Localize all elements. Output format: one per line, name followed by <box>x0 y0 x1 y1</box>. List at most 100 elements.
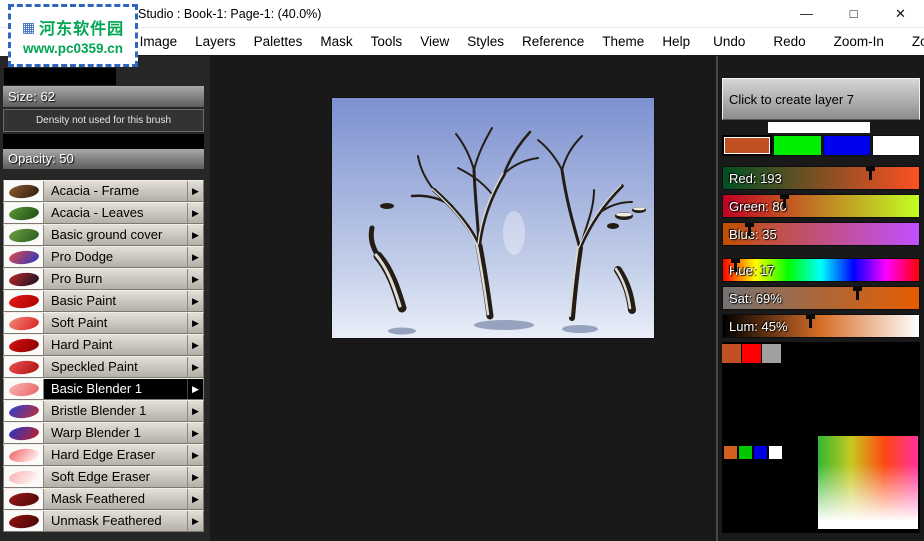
mini-swatch[interactable] <box>739 446 752 459</box>
brush-expand-arrow-icon[interactable]: ▶ <box>187 379 203 399</box>
mini-swatch[interactable] <box>724 446 737 459</box>
size-slider[interactable]: Size: 62 <box>3 86 204 107</box>
brush-expand-arrow-icon[interactable]: ▶ <box>187 445 203 465</box>
brush-expand-arrow-icon[interactable]: ▶ <box>187 357 203 377</box>
brush-stroke-sample <box>7 424 40 442</box>
brush-thumbnail-icon <box>4 379 44 399</box>
brush-expand-arrow-icon[interactable]: ▶ <box>187 489 203 509</box>
slider-blue[interactable]: Blue: 35 <box>722 222 920 246</box>
brush-item-basic-ground-cover[interactable]: Basic ground cover ▶ <box>3 224 204 246</box>
menu-reference[interactable]: Reference <box>513 34 593 49</box>
menu-theme[interactable]: Theme <box>593 34 653 49</box>
slider-red[interactable]: Red: 193 <box>722 166 920 190</box>
slider-marker-hue[interactable] <box>731 259 741 272</box>
brush-label: Acacia - Frame <box>51 183 140 198</box>
brush-label: Hard Paint <box>51 337 113 352</box>
history-swatch[interactable] <box>722 344 741 363</box>
brush-label: Basic Blender 1 <box>51 381 143 396</box>
brush-stroke-sample <box>7 468 40 486</box>
brush-item-soft-paint[interactable]: Soft Paint ▶ <box>3 312 204 334</box>
size-label: Size: 62 <box>8 89 55 104</box>
brush-expand-arrow-icon[interactable]: ▶ <box>187 247 203 267</box>
brush-stroke-sample <box>7 204 40 222</box>
brush-item-mask-feathered[interactable]: Mask Feathered ▶ <box>3 488 204 510</box>
palette-swatch[interactable] <box>722 135 773 156</box>
palette-swatch[interactable] <box>773 135 822 156</box>
slider-label-red: Red: 193 <box>729 171 782 186</box>
brush-expand-arrow-icon[interactable]: ▶ <box>187 203 203 223</box>
brush-item-bristle-blender-1[interactable]: Bristle Blender 1 ▶ <box>3 400 204 422</box>
slider-lum[interactable]: Lum: 45% <box>722 314 920 338</box>
brush-item-hard-edge-eraser[interactable]: Hard Edge Eraser ▶ <box>3 444 204 466</box>
slider-sat[interactable]: Sat: 69% <box>722 286 920 310</box>
brush-label: Pro Dodge <box>51 249 114 264</box>
brush-expand-arrow-icon[interactable]: ▶ <box>187 511 203 531</box>
slider-marker-lum[interactable] <box>806 315 816 328</box>
canvas[interactable] <box>332 98 654 338</box>
brush-item-soft-edge-eraser[interactable]: Soft Edge Eraser ▶ <box>3 466 204 488</box>
brush-item-basic-blender-1[interactable]: Basic Blender 1 ▶ <box>3 378 204 400</box>
slider-marker-green[interactable] <box>779 195 789 208</box>
menu-palettes[interactable]: Palettes <box>245 34 312 49</box>
palette-swatch[interactable] <box>822 135 871 156</box>
slider-label-green: Green: 80 <box>729 199 787 214</box>
brush-expand-arrow-icon[interactable]: ▶ <box>187 423 203 443</box>
brush-item-speckled-paint[interactable]: Speckled Paint ▶ <box>3 356 204 378</box>
menu-bar: FileEditPageImageLayersPalettesMaskTools… <box>0 28 924 55</box>
brush-thumbnail-icon <box>4 203 44 223</box>
brush-item-pro-burn[interactable]: Pro Burn ▶ <box>3 268 204 290</box>
brush-stroke-sample <box>7 512 40 530</box>
mini-swatch[interactable] <box>769 446 782 459</box>
palette-swatch[interactable] <box>871 135 920 156</box>
brush-label: Speckled Paint <box>51 359 138 374</box>
brush-expand-arrow-icon[interactable]: ▶ <box>187 313 203 333</box>
brush-item-basic-paint[interactable]: Basic Paint ▶ <box>3 290 204 312</box>
brush-expand-arrow-icon[interactable]: ▶ <box>187 291 203 311</box>
menubar-action-zoom-in[interactable]: Zoom-In <box>820 34 898 49</box>
color-gradient-picker[interactable] <box>818 436 918 529</box>
brush-expand-arrow-icon[interactable]: ▶ <box>187 269 203 289</box>
slider-label-sat: Sat: 69% <box>729 291 782 306</box>
menubar-action-undo[interactable]: Undo <box>699 34 759 49</box>
brush-expand-arrow-icon[interactable]: ▶ <box>187 181 203 201</box>
menu-layers[interactable]: Layers <box>186 34 245 49</box>
history-swatch[interactable] <box>742 344 761 363</box>
menubar-action-redo[interactable]: Redo <box>759 34 819 49</box>
brush-item-acacia-leaves[interactable]: Acacia - Leaves ▶ <box>3 202 204 224</box>
opacity-label: Opacity: 50 <box>8 151 74 166</box>
menu-view[interactable]: View <box>411 34 458 49</box>
slider-marker-red[interactable] <box>866 167 876 180</box>
site-watermark: ▦ 河东软件园 www.pc0359.cn <box>8 4 138 67</box>
create-layer-button[interactable]: Click to create layer 7 <box>722 78 920 120</box>
menubar-action-zoom-out[interactable]: Zoom-Out <box>898 34 924 49</box>
maximize-button[interactable]: □ <box>830 0 877 27</box>
brush-label: Pro Burn <box>51 271 103 286</box>
menu-help[interactable]: Help <box>653 34 699 49</box>
brush-item-unmask-feathered[interactable]: Unmask Feathered ▶ <box>3 510 204 532</box>
minimize-button[interactable]: — <box>783 0 830 27</box>
opacity-slider[interactable]: Opacity: 50 <box>3 149 204 169</box>
brush-thumbnail-icon <box>4 225 44 245</box>
custom-swatch-board[interactable] <box>722 342 920 533</box>
menu-styles[interactable]: Styles <box>458 34 513 49</box>
brush-expand-arrow-icon[interactable]: ▶ <box>187 335 203 355</box>
brush-item-acacia-frame[interactable]: Acacia - Frame ▶ <box>3 180 204 202</box>
brush-expand-arrow-icon[interactable]: ▶ <box>187 401 203 421</box>
brush-item-pro-dodge[interactable]: Pro Dodge ▶ <box>3 246 204 268</box>
slider-hue[interactable]: Hue: 17 <box>722 258 920 282</box>
slider-marker-sat[interactable] <box>853 287 863 300</box>
brush-stroke-sample <box>7 336 40 354</box>
menu-tools[interactable]: Tools <box>362 34 412 49</box>
slider-marker-blue[interactable] <box>744 223 754 236</box>
close-button[interactable]: ✕ <box>877 0 924 27</box>
brush-expand-arrow-icon[interactable]: ▶ <box>187 467 203 487</box>
slider-green[interactable]: Green: 80 <box>722 194 920 218</box>
mini-swatch[interactable] <box>754 446 767 459</box>
menu-mask[interactable]: Mask <box>311 34 361 49</box>
brush-expand-arrow-icon[interactable]: ▶ <box>187 225 203 245</box>
brush-item-warp-blender-1[interactable]: Warp Blender 1 ▶ <box>3 422 204 444</box>
menu-image[interactable]: Image <box>131 34 187 49</box>
history-swatch[interactable] <box>762 344 781 363</box>
brush-thumbnail-icon <box>4 313 44 333</box>
brush-item-hard-paint[interactable]: Hard Paint ▶ <box>3 334 204 356</box>
